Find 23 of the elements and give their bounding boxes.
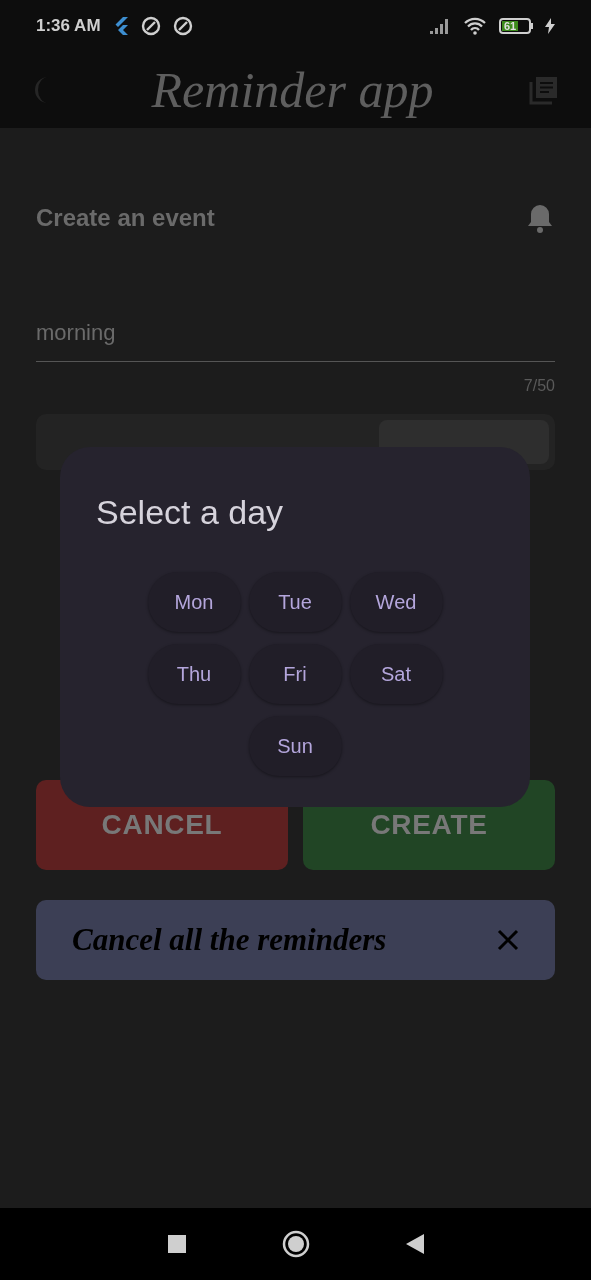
day-chip[interactable]: Sat — [349, 644, 443, 704]
circle-icon — [172, 16, 193, 36]
charging-icon — [545, 18, 555, 34]
day-chip[interactable]: Fri — [248, 644, 342, 704]
square-icon[interactable] — [167, 1235, 186, 1253]
app-title: Reminder app — [151, 60, 434, 120]
section-heading: Create an event — [36, 203, 215, 233]
character-counter: 7/50 — [523, 376, 555, 396]
close-icon[interactable] — [497, 929, 519, 951]
day-chip[interactable]: Sun — [248, 716, 342, 776]
circle-icon — [140, 16, 161, 36]
status-time: 1:36 AM — [36, 15, 101, 38]
home-icon[interactable] — [281, 1230, 310, 1258]
day-chip[interactable]: Mon — [147, 572, 241, 632]
day-chip[interactable]: Tue — [248, 572, 342, 632]
day-chip[interactable]: Wed — [349, 572, 443, 632]
bell-icon[interactable] — [525, 202, 555, 234]
dialog-title: Select a day — [96, 492, 284, 533]
battery-icon: 61 — [499, 18, 533, 34]
signal-icon — [429, 18, 451, 34]
wifi-icon — [463, 17, 487, 35]
back-icon[interactable] — [405, 1234, 424, 1254]
day-chip[interactable]: Thu — [147, 644, 241, 704]
